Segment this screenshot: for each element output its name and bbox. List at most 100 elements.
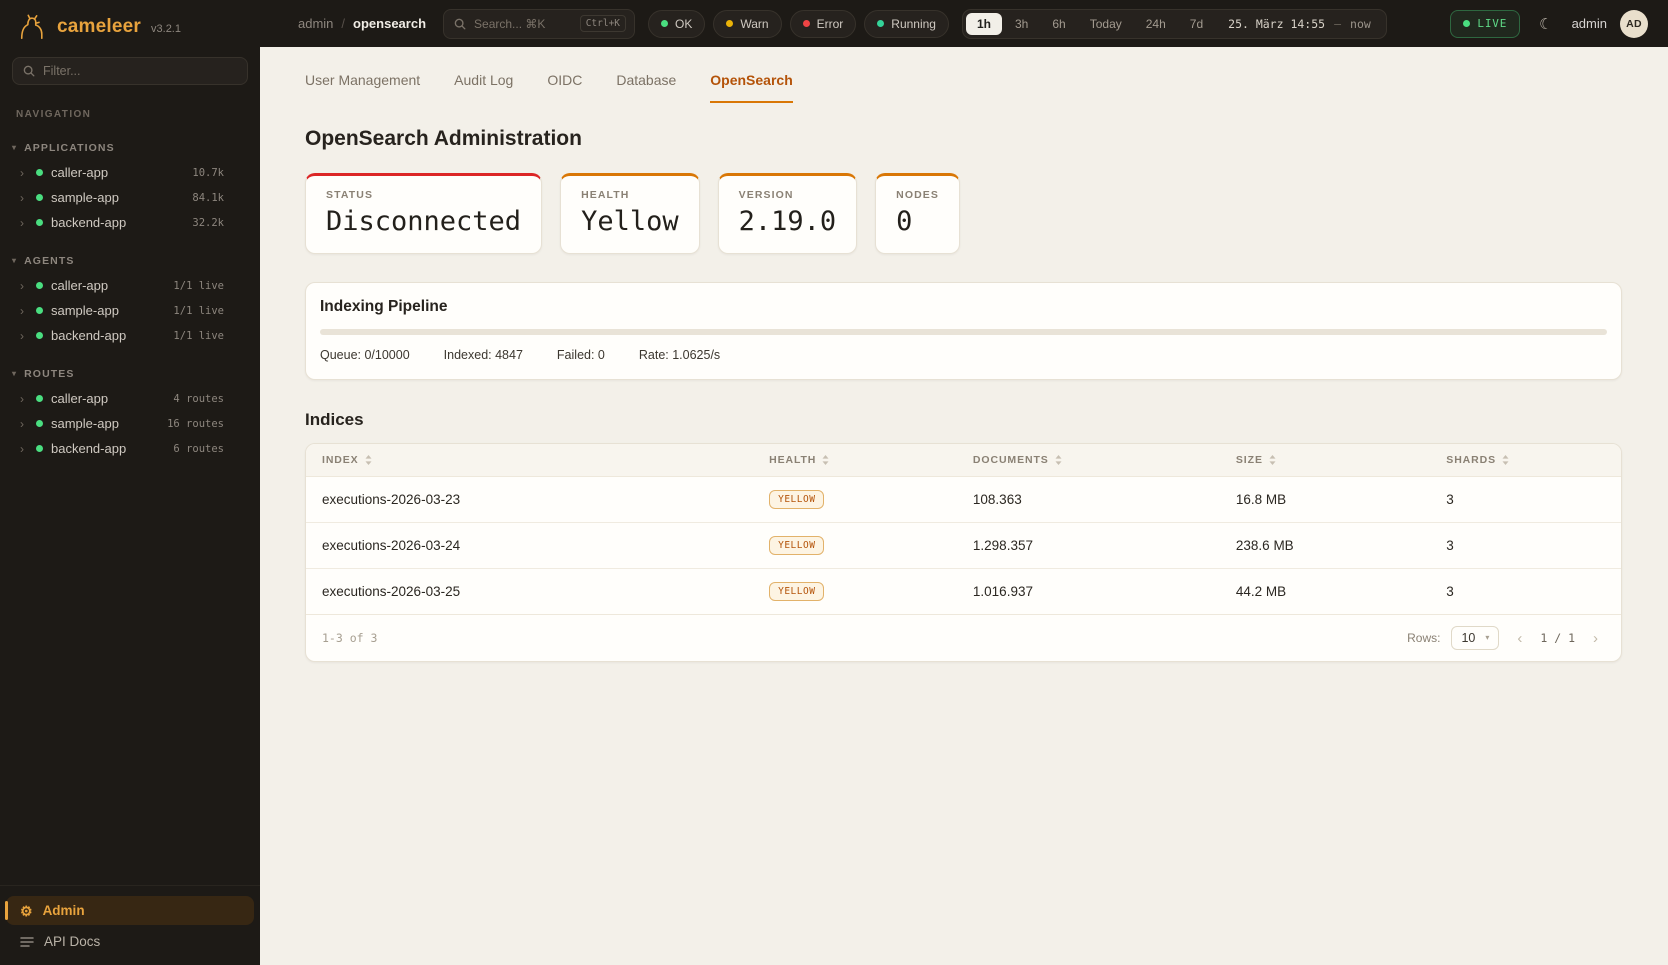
sidebar-item-label: backend-app [51, 215, 126, 230]
time-range-6h[interactable]: 6h [1041, 13, 1076, 35]
rows-per-page-value: 10 [1461, 631, 1475, 645]
status-dot [36, 219, 43, 226]
table-row: executions-2026-03-25 YELLOW 1.016.937 4… [306, 569, 1621, 614]
stat-card-value: Yellow [581, 206, 679, 237]
sidebar-admin-label: Admin [43, 903, 85, 918]
sidebar-item[interactable]: › backend-app 6 routes [0, 436, 260, 461]
topbar: admin / opensearch Ctrl+K OK Warn [260, 0, 1668, 47]
tab-database[interactable]: Database [616, 72, 676, 103]
cell-shards: 3 [1430, 479, 1621, 520]
status-card: STATUS Disconnected [305, 173, 542, 254]
pipeline-stats: Queue: 0/10000 Indexed: 4847 Failed: 0 R… [320, 348, 1607, 362]
section-header-agents[interactable]: ▾ AGENTS [0, 251, 260, 273]
section-applications: ▾ APPLICATIONS › caller-app 10.7k › samp… [0, 138, 260, 235]
time-range-7d[interactable]: 7d [1179, 13, 1214, 35]
tab-oidc[interactable]: OIDC [547, 72, 582, 103]
next-page-button[interactable]: › [1586, 629, 1605, 648]
column-header-documents[interactable]: DOCUMENTS [957, 444, 1220, 476]
status-dot [36, 332, 43, 339]
sidebar-item[interactable]: › caller-app 1/1 live [0, 273, 260, 298]
time-range-3h[interactable]: 3h [1004, 13, 1039, 35]
tab-opensearch[interactable]: OpenSearch [710, 72, 792, 103]
rows-per-page-select[interactable]: 10 ▾ [1451, 626, 1499, 650]
cell-documents: 1.016.937 [957, 571, 1220, 612]
cell-health: YELLOW [753, 523, 957, 568]
sidebar-item[interactable]: › sample-app 1/1 live [0, 298, 260, 323]
time-range-1h[interactable]: 1h [966, 13, 1002, 35]
avatar[interactable]: AD [1620, 10, 1648, 38]
global-search-input[interactable] [474, 17, 572, 31]
table-row: executions-2026-03-23 YELLOW 108.363 16.… [306, 477, 1621, 523]
section-label: APPLICATIONS [24, 142, 115, 154]
breadcrumb-admin[interactable]: admin [298, 16, 333, 31]
cell-size: 16.8 MB [1220, 479, 1430, 520]
sidebar-item[interactable]: › caller-app 4 routes [0, 386, 260, 411]
time-range-today[interactable]: Today [1079, 13, 1133, 35]
sidebar-item[interactable]: › backend-app 32.2k [0, 210, 260, 235]
status-dot [36, 395, 43, 402]
pagination-range-text: 1-3 of 3 [322, 631, 377, 645]
sidebar-item-api-docs[interactable]: API Docs [6, 925, 254, 953]
cameleer-logo-icon [16, 13, 48, 41]
sidebar-item-badge: 1/1 live [173, 280, 224, 292]
filter-pill-running[interactable]: Running [864, 10, 949, 38]
sidebar-filter-input[interactable] [43, 64, 237, 78]
sidebar-item-admin[interactable]: ⚙ Admin [6, 896, 254, 925]
indices-table: INDEX HEALTH DOCUMENTS SIZE SHARDS [305, 443, 1622, 662]
sidebar-item[interactable]: › sample-app 16 routes [0, 411, 260, 436]
sort-icon [365, 455, 372, 465]
prev-page-button[interactable]: ‹ [1510, 629, 1529, 648]
live-button[interactable]: LIVE [1450, 10, 1520, 38]
filter-pill-ok[interactable]: OK [648, 10, 705, 38]
chevron-right-icon: › [20, 280, 28, 292]
indices-title: Indices [305, 410, 1622, 430]
column-header-index[interactable]: INDEX [306, 444, 753, 476]
nodes-card: NODES 0 [875, 173, 960, 254]
sidebar-footer: ⚙ Admin API Docs [0, 885, 260, 965]
tab-user-management[interactable]: User Management [305, 72, 420, 103]
column-header-shards[interactable]: SHARDS [1430, 444, 1621, 476]
tab-audit-log[interactable]: Audit Log [454, 72, 513, 103]
cell-size: 44.2 MB [1220, 571, 1430, 612]
cell-index: executions-2026-03-25 [306, 571, 753, 612]
column-header-health[interactable]: HEALTH [753, 444, 957, 476]
sidebar-item[interactable]: › backend-app 1/1 live [0, 323, 260, 348]
live-dot [1463, 20, 1470, 27]
health-badge: YELLOW [769, 536, 824, 555]
chevron-down-icon: ▾ [12, 257, 17, 265]
stat-card-label: VERSION [739, 189, 837, 201]
date-range-display[interactable]: 25. März 14:55 — now [1216, 17, 1383, 31]
app-name: cameleer [57, 16, 141, 38]
sidebar-item-label: backend-app [51, 441, 126, 456]
stat-card-value: 0 [896, 206, 939, 237]
sort-icon [822, 455, 829, 465]
time-range-24h[interactable]: 24h [1135, 13, 1177, 35]
cell-documents: 108.363 [957, 479, 1220, 520]
filter-pill-warn[interactable]: Warn [713, 10, 781, 38]
stat-card-label: STATUS [326, 189, 521, 201]
pipeline-stat-indexed: Indexed: 4847 [444, 348, 523, 362]
status-dot [36, 169, 43, 176]
sidebar-item-label: caller-app [51, 391, 108, 406]
column-label: SIZE [1236, 454, 1263, 466]
cell-size: 238.6 MB [1220, 525, 1430, 566]
chevron-down-icon: ▾ [12, 370, 17, 378]
filter-pill-error[interactable]: Error [790, 10, 857, 38]
status-dot [36, 445, 43, 452]
content: User Management Audit Log OIDC Database … [260, 47, 1668, 965]
chevron-right-icon: › [20, 217, 28, 229]
column-header-size[interactable]: SIZE [1220, 444, 1430, 476]
sidebar-item[interactable]: › sample-app 84.1k [0, 185, 260, 210]
table-footer-right: Rows: 10 ▾ ‹ 1 / 1 › [1407, 626, 1605, 650]
table-header-row: INDEX HEALTH DOCUMENTS SIZE SHARDS [306, 444, 1621, 477]
sidebar-item-label: sample-app [51, 303, 119, 318]
section-header-routes[interactable]: ▾ ROUTES [0, 364, 260, 386]
section-header-applications[interactable]: ▾ APPLICATIONS [0, 138, 260, 160]
list-icon [20, 936, 34, 948]
search-icon [23, 65, 35, 77]
live-label: LIVE [1477, 17, 1507, 30]
chevron-right-icon: › [20, 443, 28, 455]
chevron-right-icon: › [20, 418, 28, 430]
dark-mode-toggle[interactable]: ☾ [1533, 11, 1558, 37]
sidebar-item[interactable]: › caller-app 10.7k [0, 160, 260, 185]
